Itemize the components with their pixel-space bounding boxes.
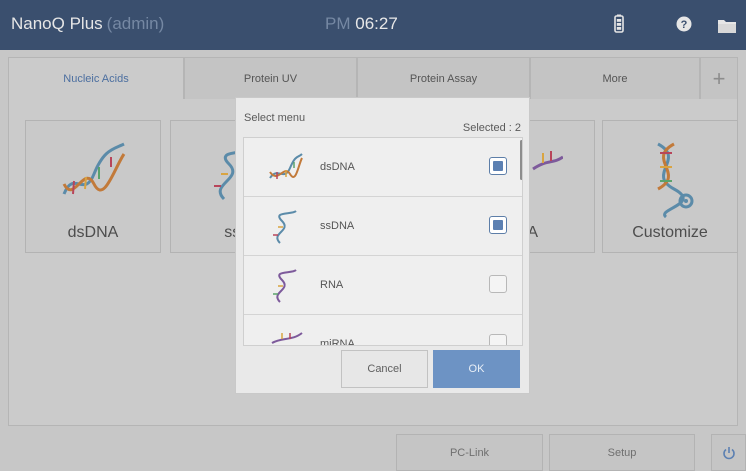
dsdna-icon [269,153,303,179]
tab-protein-uv[interactable]: Protein UV [184,57,357,100]
setup-button[interactable]: Setup [549,434,695,471]
item-name: ssDNA [320,220,355,232]
power-button[interactable] [711,434,746,471]
menu-list[interactable]: dsDNA ssDNA RNA miRNA [243,137,523,346]
top-bar: NanoQ Plus (admin) PM 06:27 ? [0,0,746,50]
tab-protein-assay[interactable]: Protein Assay [357,57,530,100]
user-role: (admin) [106,14,165,33]
item-name: RNA [320,279,344,291]
pc-link-button[interactable]: PC-Link [396,434,543,471]
item-name: dsDNA [320,161,355,173]
tab-nucleic-acids[interactable]: Nucleic Acids [8,57,184,100]
cancel-button[interactable]: Cancel [341,350,428,388]
item-checkbox[interactable] [489,275,507,293]
help-icon[interactable]: ? [669,10,699,40]
clock-time: 06:27 [355,14,398,33]
app-title: NanoQ Plus (admin) [11,14,164,34]
tab-add[interactable]: + [700,57,738,100]
selected-count: Selected : 2 [462,122,521,134]
ok-button[interactable]: OK [433,350,520,388]
list-item[interactable]: RNA [244,256,522,315]
select-menu-dialog: Select menu Selected : 2 dsDNA ssDNA RNA… [235,97,530,394]
tile-label: Customize [632,224,708,241]
battery-icon [604,10,634,40]
list-item[interactable]: ssDNA [244,197,522,256]
svg-text:?: ? [681,19,688,31]
item-checkbox[interactable] [489,216,507,234]
clock-ampm: PM [325,14,351,33]
customize-dna-icon [657,142,694,219]
list-scrollbar[interactable] [520,140,522,180]
item-name: miRNA [320,338,355,346]
clock: PM 06:27 [325,14,398,34]
tile-customize[interactable]: Customize [602,120,738,253]
item-checkbox[interactable] [489,157,507,175]
rna-icon [273,269,297,303]
folder-icon[interactable] [712,10,742,40]
list-item[interactable]: dsDNA [244,138,522,197]
list-item[interactable]: miRNA [244,315,522,346]
mirna-icon [271,332,303,344]
tile-label: dsDNA [67,224,119,241]
app-name: NanoQ Plus [11,14,103,33]
category-tabs: Nucleic Acids Protein UV Protein Assay M… [8,57,738,100]
power-icon [722,446,735,459]
tab-more[interactable]: More [530,57,700,100]
dsdna-icon [62,142,126,195]
ssdna-icon [273,210,297,244]
tile-dsdna[interactable]: dsDNA [25,120,161,253]
dialog-title: Select menu [244,112,306,124]
item-checkbox[interactable] [489,334,507,345]
